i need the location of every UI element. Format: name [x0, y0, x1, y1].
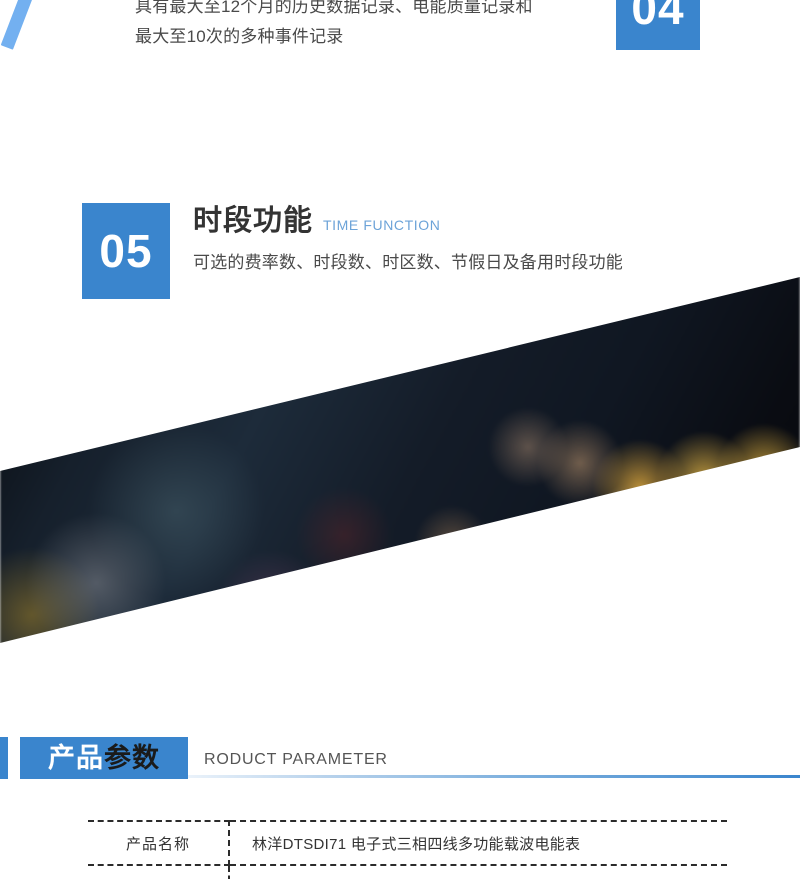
parameter-table-body: 产品名称 林洋DTSDI71 电子式三相四线多功能载波电能表 适用范围 适用于工… — [88, 820, 727, 879]
table-row: 适用范围 适用于工厂、车间等场合 — [88, 865, 727, 879]
section-05-title-row: 时段功能 TIME FUNCTION — [193, 203, 793, 239]
header-accent-tick — [0, 737, 8, 779]
header-gradient-rule — [188, 775, 800, 778]
section-05-title-cn: 时段功能 — [193, 205, 314, 237]
header-title-cn-white: 产品 — [48, 743, 104, 773]
product-parameter-table: 产品名称 林洋DTSDI71 电子式三相四线多功能载波电能表 适用范围 适用于工… — [88, 820, 727, 879]
section-05-title-en: TIME FUNCTION — [323, 217, 441, 233]
section-05-body: 时段功能 TIME FUNCTION 可选的费率数、时段数、时区数、节假日及备用… — [193, 203, 793, 275]
table-row-value: 林洋DTSDI71 电子式三相四线多功能载波电能表 — [229, 820, 727, 866]
section-05-description: 可选的费率数、时段数、时区数、节假日及备用时段功能 — [193, 253, 623, 272]
table-row: 产品名称 林洋DTSDI71 电子式三相四线多功能载波电能表 — [88, 820, 727, 866]
section-04-number-badge: 04 — [616, 0, 700, 50]
header-title-block: 产品参数 — [20, 737, 188, 779]
table-row-label: 产品名称 — [88, 820, 230, 866]
bokeh-night-lights-image — [0, 277, 800, 643]
diagonal-slash-decoration — [0, 0, 51, 50]
parameter-table: 产品名称 林洋DTSDI71 电子式三相四线多功能载波电能表 适用范围 适用于工… — [88, 820, 727, 879]
header-title-cn: 产品参数 — [48, 737, 160, 779]
section-05-number-badge: 05 — [82, 203, 170, 299]
section-04-description-line-1: 具有最大至12个月的历史数据记录、电能质量记录和 — [135, 0, 533, 16]
header-title-en: RODUCT PARAMETER — [204, 751, 388, 768]
section-04-description-line-2: 最大至10次的多种事件记录 — [135, 27, 344, 46]
product-parameter-header: 产品参数 RODUCT PARAMETER — [0, 737, 800, 785]
section-05: 05 时段功能 TIME FUNCTION 可选的费率数、时段数、时区数、节假日… — [0, 203, 800, 303]
table-row-value: 适用于工厂、车间等场合 — [229, 865, 727, 879]
table-row-label: 适用范围 — [88, 865, 230, 879]
diagonal-photo-banner — [0, 277, 800, 643]
section-04: 具有最大至12个月的历史数据记录、电能质量记录和 最大至10次的多种事件记录 0… — [0, 0, 800, 50]
header-title-cn-black: 参数 — [104, 743, 160, 773]
product-detail-page: 具有最大至12个月的历史数据记录、电能质量记录和 最大至10次的多种事件记录 0… — [0, 0, 800, 879]
section-04-description: 具有最大至12个月的历史数据记录、电能质量记录和 最大至10次的多种事件记录 — [135, 0, 605, 52]
